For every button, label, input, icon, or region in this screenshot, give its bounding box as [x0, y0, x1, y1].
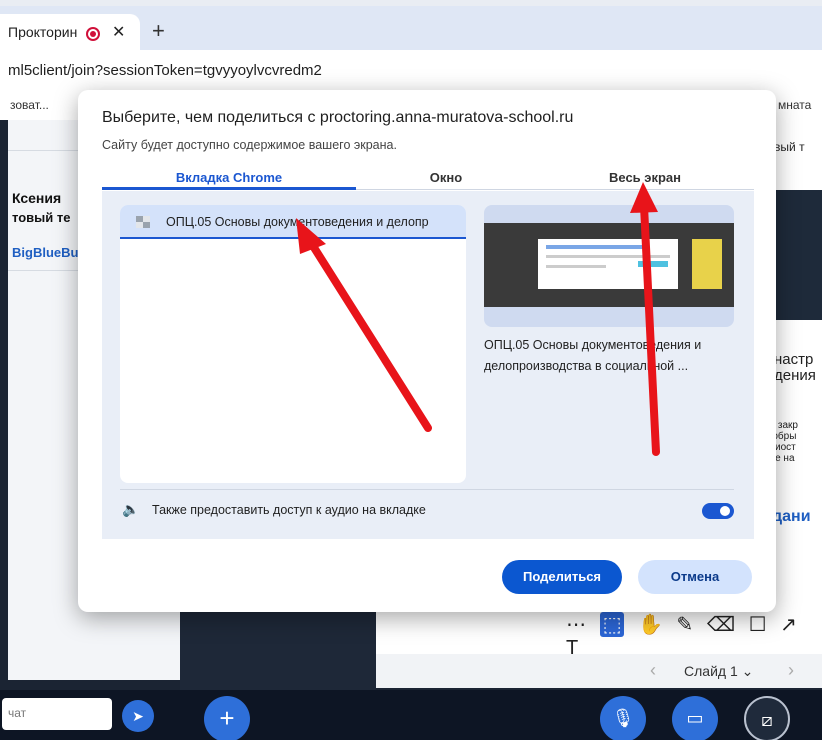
arrow-to-tab-item: [296, 218, 432, 432]
arrow-to-entire-screen: [630, 182, 660, 456]
annotation-arrows: [296, 182, 660, 456]
